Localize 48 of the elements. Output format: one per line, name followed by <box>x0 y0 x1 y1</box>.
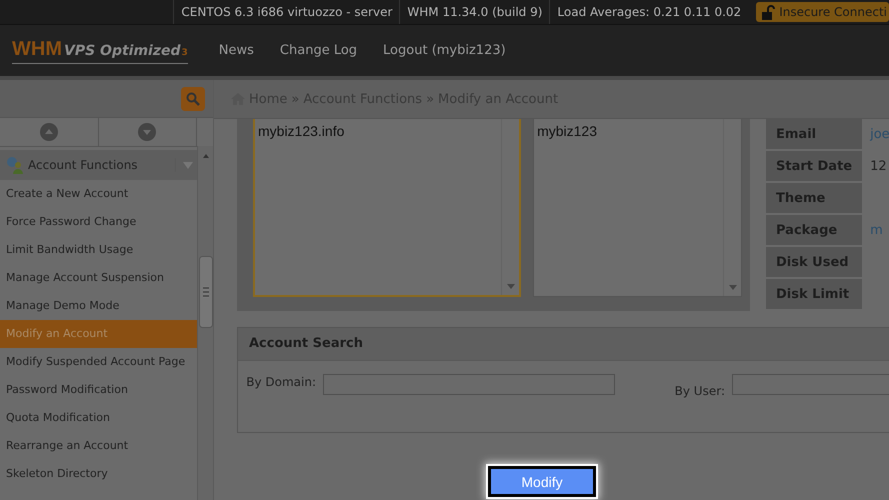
breadcrumb-separator: » <box>291 92 300 106</box>
field-label: By Domain: <box>245 374 316 391</box>
search-input-field[interactable] <box>323 374 615 395</box>
status-text: Load Averages: 0.21 0.11 0.02 <box>549 0 748 24</box>
sidebar-item[interactable]: Manage Account Suspension <box>0 264 197 292</box>
breadcrumb-separator: » <box>426 92 434 106</box>
search-button[interactable] <box>181 86 205 110</box>
sidebar-search-field[interactable] <box>0 80 213 118</box>
search-input-field[interactable] <box>732 374 889 395</box>
sidebar-item[interactable]: Skeleton Directory <box>0 460 197 488</box>
sidebar-item[interactable]: Limit Bandwidth Usage <box>0 236 197 264</box>
detail-label: Start Date <box>766 151 862 181</box>
insecure-connection-badge[interactable]: Insecure Connecti <box>756 2 889 22</box>
username-listbox[interactable]: mybiz123 <box>533 119 742 297</box>
search-icon <box>186 92 200 106</box>
detail-label: Email <box>766 119 862 149</box>
scroll-down-arrow-icon <box>728 285 736 290</box>
sidebar-item[interactable]: Rearrange an Account <box>0 432 197 460</box>
scroll-down-arrow-icon <box>506 284 515 289</box>
sidebar-item[interactable]: Manage Demo Mode <box>0 292 197 320</box>
nav-link[interactable]: Logout (mybiz123) <box>383 43 506 58</box>
sidebar-group-header[interactable]: Account Functions <box>0 150 197 180</box>
status-text: CENTOS 6.3 i686 virtuozzo - server <box>173 0 400 24</box>
detail-label: Package <box>766 215 862 245</box>
list-option[interactable]: mybiz123 <box>537 123 738 139</box>
panel-title: Account Search <box>238 328 889 361</box>
detail-label: Disk Used <box>766 247 862 277</box>
nav-link[interactable]: Change Log <box>280 43 358 58</box>
domain-listbox[interactable]: mybiz123.info <box>253 119 522 297</box>
detail-label: Theme <box>766 183 862 213</box>
sidebar-item[interactable]: Create a New Account <box>0 180 197 208</box>
unlocked-padlock-icon <box>762 4 776 20</box>
detail-label: Disk Limit <box>766 279 862 309</box>
group-label: Account Functions <box>28 158 139 172</box>
sidebar-item[interactable]: Quota Modification <box>0 404 197 432</box>
detail-link[interactable]: m <box>870 222 883 238</box>
sidebar-item[interactable]: Password Modification <box>0 376 197 404</box>
nav-link[interactable]: News <box>218 43 254 58</box>
list-option[interactable]: mybiz123.info <box>258 123 516 139</box>
detail-link[interactable]: joe <box>870 126 889 142</box>
field-label: By User: <box>674 383 725 400</box>
status-text: WHM 11.34.0 (build 9) <box>399 0 550 24</box>
sidebar-item[interactable]: Modify Suspended Account Page <box>0 348 197 376</box>
detail-value: 12 <box>870 158 887 174</box>
modify-button[interactable]: Modify <box>488 466 596 497</box>
sidebar-item[interactable]: Modify an Account <box>0 320 197 348</box>
scrollbar[interactable] <box>197 146 213 500</box>
sidebar-item[interactable]: Force Password Change <box>0 208 197 236</box>
